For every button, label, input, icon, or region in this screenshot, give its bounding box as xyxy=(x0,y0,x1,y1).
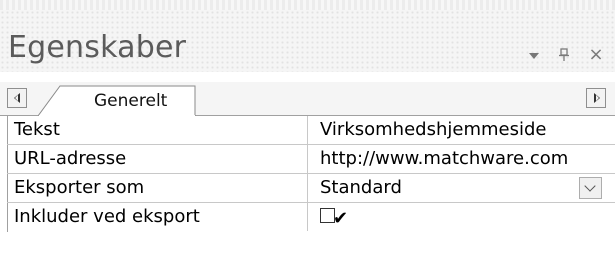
tab-scroll-left-button[interactable] xyxy=(7,88,27,108)
property-name: URL-adresse xyxy=(14,148,127,169)
tab-label: Generelt xyxy=(94,91,168,111)
chevron-down-icon xyxy=(529,52,539,59)
property-value-cell: ✔ xyxy=(308,203,615,231)
tab-generelt[interactable]: Generelt xyxy=(38,85,196,117)
pin-icon xyxy=(559,48,569,61)
property-name-cell: URL-adresse xyxy=(7,145,308,173)
panel-top-edge xyxy=(0,0,615,10)
checkmark-icon: ✔ xyxy=(333,208,349,229)
property-value-cell[interactable]: Virksomhedshjemmeside xyxy=(308,116,615,144)
property-value-cell[interactable]: http://www.matchware.com xyxy=(308,145,615,173)
property-value-cell[interactable]: Standard xyxy=(308,174,615,202)
property-name-cell: Eksporter som xyxy=(7,174,308,202)
chevron-down-icon xyxy=(584,180,596,192)
property-row[interactable]: Eksporter som Standard xyxy=(0,174,615,203)
properties-panel: Egenskaber × Generelt Tekst Virksomhedsh… xyxy=(0,0,615,265)
property-name-cell: Tekst xyxy=(7,116,308,144)
panel-title-bar: Egenskaber × xyxy=(0,10,615,72)
property-row[interactable]: Tekst Virksomhedshjemmeside xyxy=(0,116,615,145)
tab-scroll-right-button[interactable] xyxy=(586,88,606,108)
property-row[interactable]: URL-adresse http://www.matchware.com xyxy=(0,145,615,174)
property-name: Tekst xyxy=(14,119,60,140)
close-button[interactable]: × xyxy=(585,44,607,66)
property-row[interactable]: Inkluder ved eksport ✔ xyxy=(0,203,615,232)
panel-menu-button[interactable] xyxy=(523,44,545,66)
export-as-dropdown-button[interactable] xyxy=(579,177,602,199)
scroll-right-icon xyxy=(594,93,600,103)
scroll-left-icon xyxy=(14,93,20,103)
pin-button[interactable] xyxy=(553,44,575,66)
property-value: Standard xyxy=(320,177,402,198)
property-name: Eksporter som xyxy=(14,177,145,198)
property-value: http://www.matchware.com xyxy=(320,148,569,169)
include-on-export-checkbox[interactable]: ✔ xyxy=(320,208,348,228)
panel-title: Egenskaber xyxy=(8,30,187,65)
close-icon: × xyxy=(588,44,604,65)
property-name: Inkluder ved eksport xyxy=(14,206,200,227)
property-value: Virksomhedshjemmeside xyxy=(320,119,547,140)
property-name-cell: Inkluder ved eksport xyxy=(7,203,308,231)
